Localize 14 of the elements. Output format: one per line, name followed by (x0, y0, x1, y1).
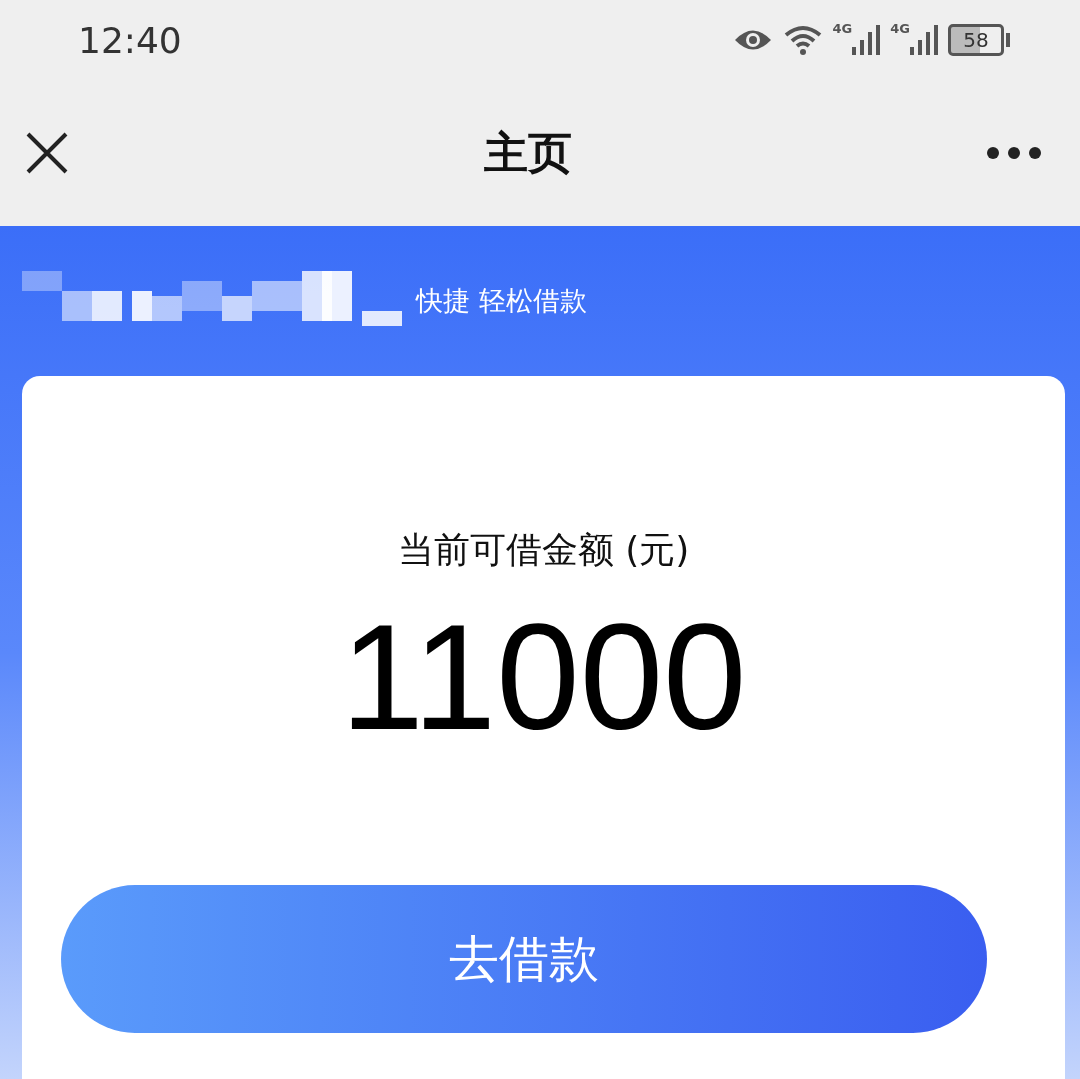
wifi-icon (782, 25, 823, 55)
borrow-button[interactable]: 去借款 (60, 885, 987, 1033)
amount-label: 当前可借金额 (元) (397, 528, 690, 572)
battery-indicator: 58 (948, 24, 1004, 56)
close-icon[interactable] (25, 131, 69, 175)
more-icon[interactable] (986, 146, 1042, 160)
network-label: 4G (890, 21, 910, 36)
status-time: 12:40 (78, 19, 182, 61)
page-title: 主页 (483, 125, 572, 180)
signal-icon (910, 25, 938, 55)
amount-value: 11000 (340, 595, 747, 760)
signal-icon (852, 25, 881, 55)
network-label: 4G (832, 21, 853, 36)
slogan-text: 快捷 轻松借款 (416, 284, 587, 318)
